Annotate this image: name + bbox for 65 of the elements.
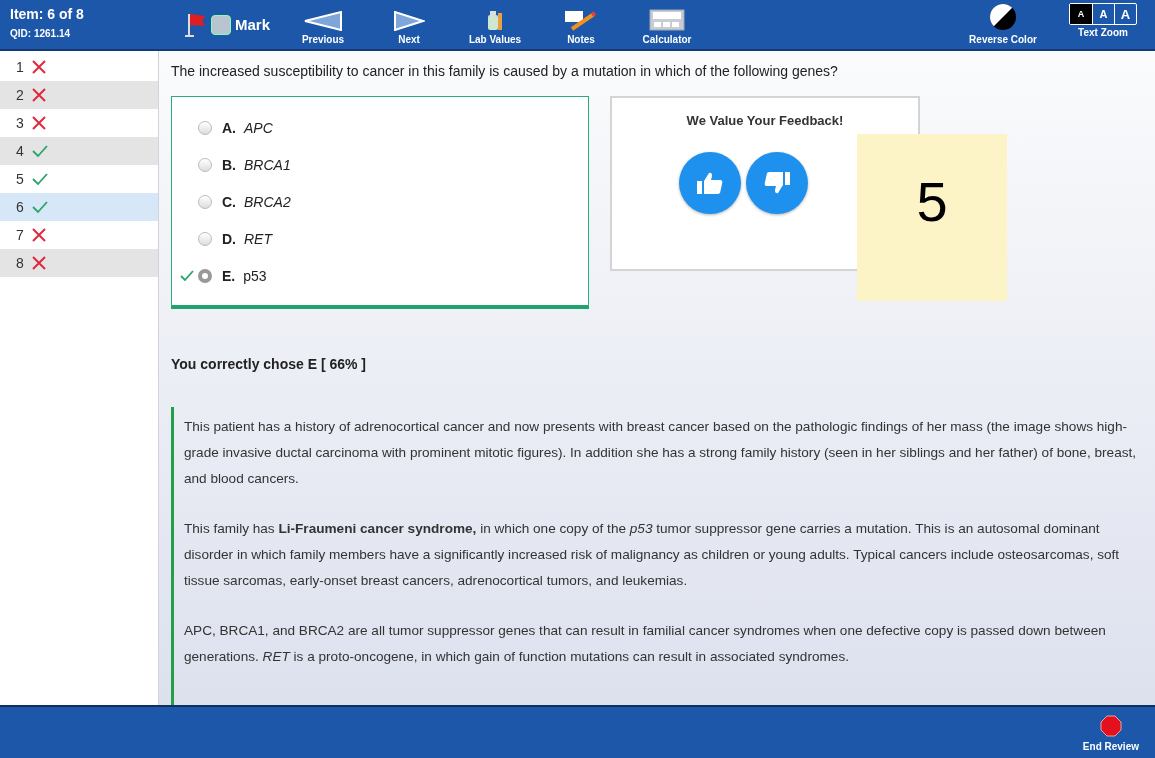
question-number: 1 (16, 59, 25, 75)
question-number: 6 (16, 199, 25, 215)
radio-button[interactable] (198, 194, 212, 209)
option-text: p53 (243, 267, 267, 284)
answer-option[interactable]: E. p53 (172, 257, 588, 294)
right-triangle-icon (393, 11, 426, 31)
option-letter: C. (222, 193, 236, 210)
question-list-item[interactable]: 4 (0, 137, 158, 165)
question-list-item[interactable]: 2 (0, 81, 158, 109)
answer-option[interactable]: A. APC (172, 109, 588, 146)
thumbs-down-button[interactable] (745, 152, 808, 214)
option-text: BRCA1 (244, 156, 291, 173)
result-text: You correctly chose E [ 66% ] (171, 356, 368, 372)
end-review-button[interactable]: End Review (1066, 707, 1155, 758)
option-text: BRCA2 (244, 193, 291, 210)
option-letter: B. (222, 156, 236, 173)
option-text: RET (244, 230, 272, 247)
previous-button[interactable]: Previous (280, 0, 367, 49)
explanation-paragraph: APC, BRCA1, and BRCA2 are all tumor suppressor genes that can result in familial cancer syndromes when one defective copy is passed down between generations. RET is a proto-oncogene, in which gain of function mutations can result in associated syndromes. (184, 622, 1107, 666)
option-text: APC (244, 119, 273, 136)
answer-option[interactable]: D. RET (172, 220, 588, 257)
text-size-button[interactable]: A (1114, 4, 1136, 24)
explanation-paragraph: This patient has a history of adrenocortical cancer and now presents with breast cancer based on the pathologic findings of her mass (the image shows high-grade invasive ductal carcinoma with prominent mitotic figures). In addition she has a strong family history (seen in her siblings and her father) of bone, breast, and blood cancers. (184, 418, 1138, 488)
bottles-icon (487, 9, 504, 31)
feedback-title: We Value Your Feedback! (686, 113, 844, 128)
mark-button[interactable]: Mark (175, 0, 281, 49)
question-number: 5 (16, 171, 25, 187)
radio-button[interactable] (198, 231, 212, 246)
radio-button[interactable] (198, 157, 212, 172)
question-list-item[interactable]: 8 (0, 249, 158, 277)
option-letter: D. (222, 230, 236, 247)
text-size-button[interactable]: A (1092, 4, 1114, 24)
notes-button[interactable]: Notes (538, 0, 625, 49)
question-text: The increased susceptibility to cancer in this family is caused by a mutation in which of the following genes? (171, 63, 839, 79)
question-list-item[interactable]: 6 (0, 193, 158, 221)
half-circle-icon (989, 3, 1017, 31)
question-number: 8 (16, 255, 25, 271)
radio-button[interactable] (198, 268, 212, 283)
left-triangle-icon (303, 11, 344, 31)
radio-button[interactable] (198, 120, 212, 135)
thumbs-down-icon (762, 171, 791, 195)
item-counter: Item: 6 of 8 (10, 6, 85, 22)
sticky-note-text: 5 (916, 174, 948, 235)
stop-icon (1099, 715, 1122, 737)
flag-icon (185, 11, 207, 38)
explanation-paragraph: This family has Li-Fraumeni cancer syndrome, in which one copy of the p53 tumor suppressor gene carries a mutation. This is an autosomal dominant disorder in which family members have a significantly increased risk of malignancy as children or young adults. Typical cancers include osteosarcomas, soft tissue sarcomas, early-onset breast cancers, adrenocortical tumors, and leukemias. (184, 520, 1121, 590)
lab-button[interactable]: Lab Values (452, 0, 539, 49)
text-size-button[interactable]: A (1070, 4, 1092, 24)
question-number: 7 (16, 227, 25, 243)
text-zoom-label: Text Zoom (1078, 27, 1128, 38)
reverse-color-button[interactable]: Reverse Color (955, 0, 1051, 49)
question-number: 4 (16, 143, 25, 159)
thumbs-up-button[interactable] (678, 152, 741, 214)
answer-option[interactable]: B. BRCA1 (172, 146, 588, 183)
question-id: QID: 1261.14 (10, 28, 72, 39)
pencil-notes-icon (564, 9, 599, 31)
calculator-button[interactable]: Calculator (624, 0, 711, 49)
option-letter: A. (222, 119, 236, 136)
calculator-icon (649, 9, 686, 31)
thumbs-up-icon (695, 171, 724, 195)
next-button[interactable]: Next (366, 0, 453, 49)
option-letter: E. (222, 267, 236, 284)
answer-option[interactable]: C. BRCA2 (172, 183, 588, 220)
question-number: 2 (16, 87, 25, 103)
question-number: 3 (16, 115, 25, 131)
